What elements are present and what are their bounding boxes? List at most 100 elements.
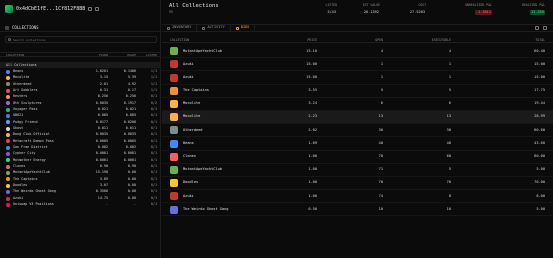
- col-collection[interactable]: COLLECTION: [170, 38, 189, 42]
- bid-total: 28.99: [534, 114, 545, 119]
- collection-thumbnail: [170, 179, 178, 188]
- collection-value: 0.256: [125, 94, 136, 99]
- stat-value: -1.3811: [474, 9, 492, 15]
- bid-row[interactable]: MutantApeYachtClub 15.10 4 4 60.40: [162, 45, 553, 59]
- bid-price: 2.23: [308, 114, 317, 119]
- col-collection[interactable]: COLLECTION: [6, 54, 24, 57]
- collection-name: The Weirdo Ghost Gang: [13, 189, 56, 194]
- collection-floor: 0.31: [99, 87, 108, 92]
- collections-title: COLLECTIONS: [12, 24, 39, 30]
- tab-bar: INVENTORY ACTIVITY BIDS: [162, 24, 553, 32]
- bid-row[interactable]: Doodles 1.00 70 70 70.00: [162, 177, 553, 191]
- copy-icon[interactable]: [88, 7, 93, 11]
- collection-floor: 2.01: [99, 81, 108, 86]
- bid-executable: 4: [448, 48, 451, 53]
- bid-total: 5.00: [536, 167, 545, 172]
- bid-executable: 13: [446, 114, 451, 119]
- collection-search[interactable]: [5, 36, 157, 43]
- collection-floor: 0.011: [97, 125, 108, 130]
- collection-thumbnail: [170, 113, 178, 122]
- sidebar-collection-row[interactable]: Uniswap V3 Positions - - 0/1: [0, 202, 161, 208]
- bid-collection-name: Doodles: [183, 180, 199, 185]
- bid-open: 70: [378, 154, 383, 158]
- grid-icon: [5, 25, 9, 30]
- collection-thumbnail: [170, 86, 178, 95]
- bid-row[interactable]: Azuki 15.00 1 1 15.00: [162, 71, 553, 85]
- collection-thumbnail: [170, 165, 178, 174]
- tab-inventory[interactable]: INVENTORY: [162, 24, 198, 32]
- stat-unrealized-pnl: UNREALIZED P&L -1.3811: [465, 3, 492, 15]
- bid-total: 8.00: [536, 193, 545, 198]
- collection-avatar: [6, 171, 10, 176]
- collection-value: 0.0035: [123, 132, 136, 137]
- bid-executable: 5: [448, 167, 451, 172]
- collection-value: 0.011: [125, 125, 136, 130]
- bid-total: 19.44: [534, 101, 545, 106]
- bid-open: 70: [378, 180, 383, 185]
- tab-bids[interactable]: BIDS: [231, 24, 256, 32]
- bid-row[interactable]: Clonex 1.00 70 60 60.00: [162, 151, 553, 164]
- collection-listed: 1/1: [150, 75, 157, 80]
- bid-total: 60.60: [534, 127, 545, 132]
- col-floor[interactable]: FLOOR: [99, 54, 108, 57]
- collection-listed: 0/1: [150, 189, 157, 194]
- collection-avatar: [6, 139, 10, 144]
- col-value[interactable]: VALUE: [127, 54, 136, 57]
- tab-activity[interactable]: ACTIVITY: [197, 24, 231, 32]
- bid-price: 3.55: [308, 88, 317, 93]
- bid-row[interactable]: The Weirdo Ghost Gang 0.50 10 10 5.00: [162, 203, 553, 217]
- collection-listed: 0/1: [150, 157, 157, 162]
- bid-total: 60.00: [534, 154, 545, 158]
- collection-thumbnail: [170, 192, 178, 201]
- stat-value: 11.355: [530, 9, 545, 15]
- collection-listed: 0/1: [150, 132, 157, 137]
- col-listed[interactable]: LISTED: [146, 54, 157, 57]
- collection-value: 5.39: [127, 75, 136, 80]
- col-price[interactable]: PRICE: [307, 38, 317, 42]
- bid-row[interactable]: Azuki 15.00 1 1 15.00: [162, 58, 553, 72]
- bid-row[interactable]: Azuki 1.00 74 8 8.00: [162, 190, 553, 204]
- collection-floor: 0.085: [97, 113, 108, 118]
- collection-listed: 0/1: [150, 113, 157, 118]
- collection-value: 0.0001: [123, 151, 136, 156]
- bid-row[interactable]: The Captains 3.55 5 5 17.75: [162, 85, 553, 98]
- collection-avatar: [6, 152, 10, 157]
- tab-label: ACTIVITY: [207, 25, 225, 30]
- external-link-icon[interactable]: [95, 7, 100, 11]
- bid-collection-name: The Weirdo Ghost Gang: [183, 206, 229, 211]
- stat-value: 26.1392: [363, 9, 379, 14]
- bid-open: 74: [378, 193, 383, 198]
- collection-listed: 0/2: [150, 100, 157, 105]
- col-open[interactable]: OPEN: [375, 38, 383, 42]
- collection-listed: 0/1: [150, 195, 157, 200]
- bid-price: 1.00: [308, 180, 317, 185]
- collection-name: Otherdeed: [13, 81, 32, 86]
- collection-listed: 0/1: [150, 164, 157, 168]
- collection-value: 0.0005: [123, 138, 136, 143]
- collection-name: Pudgy Friend: [13, 119, 38, 124]
- stat-label: UNREALIZED P&L: [465, 3, 492, 7]
- bid-row[interactable]: Beans 1.09 40 40 43.60: [162, 137, 553, 151]
- bid-collection-name: Clonex: [183, 154, 196, 158]
- bid-open: 5: [380, 88, 383, 93]
- bid-row[interactable]: MutantApeYachtClub 1.00 71 5 5.00: [162, 164, 553, 177]
- bid-row[interactable]: Mocolite 3.24 6 6 19.44: [162, 98, 553, 111]
- page-subtitle: 99: [169, 10, 173, 14]
- collection-thumbnail: [170, 205, 178, 214]
- collection-value: 0.17: [127, 87, 136, 92]
- settings-icon[interactable]: [543, 26, 547, 30]
- wallet-address[interactable]: 0x4dCbE1fE...1Cf812F8BB: [16, 6, 85, 12]
- list-view-icon[interactable]: [535, 26, 539, 30]
- search-input[interactable]: [13, 37, 153, 42]
- collection-name: Reuters: [13, 94, 28, 99]
- stat-listed: LISTED 3/43: [325, 3, 337, 15]
- col-total[interactable]: TOTAL: [535, 38, 545, 42]
- collection-avatar: [6, 82, 10, 87]
- bid-collection-name: MutantApeYachtClub: [183, 48, 222, 53]
- collection-name: Metacraft Demon Pass: [13, 138, 54, 143]
- bid-row[interactable]: Otherdeed 2.02 30 30 60.60: [162, 124, 553, 138]
- collection-listed: 0/1: [150, 106, 157, 111]
- bid-row[interactable]: Mocolite 2.23 13 13 28.99: [162, 110, 553, 125]
- collection-name: Mocolite: [13, 75, 30, 80]
- col-executable[interactable]: EXECUTABLE: [432, 38, 451, 42]
